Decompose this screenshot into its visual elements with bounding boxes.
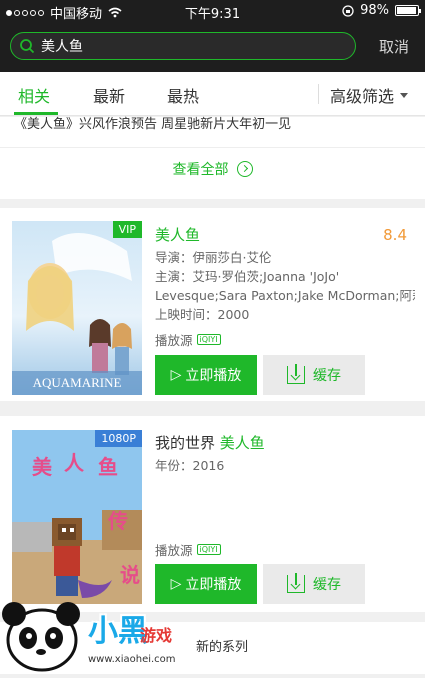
result-score: 8.4 [383, 226, 407, 244]
top-bar: 中国移动 下午9:31 98% 美人鱼 取消 [0, 0, 425, 72]
search-input[interactable]: 美人鱼 [41, 36, 83, 56]
watermark-url: www.xiaohei.com [88, 654, 176, 665]
play-label: 立即播放 [185, 368, 242, 384]
title-prefix: 我的世界 [155, 434, 216, 452]
result-title[interactable]: 我的世界 美人鱼 [155, 432, 265, 453]
filter-label: 高级筛选 [330, 87, 395, 106]
poster-logo-text: AQUAMARINE [33, 375, 122, 390]
play-label: 立即播放 [185, 577, 242, 593]
see-all-label: 查看全部 [172, 162, 229, 178]
result-card: AQUAMARINE VIP 美人鱼 8.4 导演：伊丽莎白·艾伦 主演：艾玛·… [0, 208, 425, 401]
play-icon: ▷ [170, 367, 182, 383]
panda-icon [2, 602, 80, 672]
tab-divider [318, 84, 319, 104]
divider [0, 147, 425, 148]
iqiyi-icon[interactable]: iQIYI [196, 544, 221, 555]
resolution-badge: 1080P [95, 430, 142, 447]
play-now-button[interactable]: ▷ 立即播放 [155, 355, 257, 395]
series-label: 新的系列 [196, 640, 249, 655]
cancel-button[interactable]: 取消 [379, 36, 409, 57]
result-card: 美 人 鱼 传 说 1080P 我的世界 美人鱼 年份：2016 播放源 iQI… [0, 416, 425, 612]
title-highlight: 美人鱼 [219, 434, 265, 452]
cache-label: 缓存 [313, 577, 341, 593]
cache-label: 缓存 [313, 368, 341, 384]
poster-art: 美 人 鱼 传 说 [12, 430, 142, 604]
news-headline[interactable]: 《美人鱼》兴风作浪预告 周星驰新片大年初一见 [14, 113, 291, 132]
vip-badge: VIP [112, 221, 142, 238]
search-field[interactable]: 美人鱼 [10, 32, 356, 60]
cast-line-2: Levesque;Sara Paxton;Jake McDorman;阿莉... [155, 288, 415, 303]
play-icon: ▷ [170, 576, 182, 592]
watermark-brand: 小黑 [88, 614, 148, 649]
download-icon [287, 573, 305, 593]
download-icon [287, 364, 305, 384]
see-all-button[interactable]: 查看全部 [0, 159, 425, 179]
cast-line-1: 主演：艾玛·罗伯茨;Joanna 'JoJo' [155, 269, 340, 284]
cache-button[interactable]: 缓存 [263, 355, 365, 395]
year-line: 年份：2016 [155, 458, 225, 473]
watermark-sub: 游戏 [140, 626, 173, 645]
cache-button[interactable]: 缓存 [263, 564, 365, 604]
release-line: 上映时间：2000 [155, 307, 250, 322]
poster-char: 人 [64, 451, 85, 475]
result-title[interactable]: 美人鱼 [155, 224, 200, 245]
source-row: 播放源 iQIYI [155, 540, 221, 559]
poster-image[interactable]: 美 人 鱼 传 说 1080P [12, 430, 142, 604]
search-icon [20, 39, 35, 54]
tab-bar: 相关 最新 最热 高级筛选 [0, 72, 425, 116]
source-label: 播放源 [155, 333, 193, 348]
poster-image[interactable]: AQUAMARINE VIP [12, 221, 142, 395]
battery-percent: 98% [360, 3, 389, 18]
rotation-lock-icon [342, 4, 354, 17]
result-meta: 年份：2016 [155, 456, 415, 475]
status-bar: 中国移动 下午9:31 98% [0, 0, 425, 22]
poster-art: AQUAMARINE [12, 221, 142, 395]
poster-char: 说 [120, 563, 140, 587]
source-row: 播放源 iQIYI [155, 330, 221, 349]
tab-related[interactable]: 相关 [18, 83, 50, 107]
director-line: 导演：伊丽莎白·艾伦 [155, 250, 272, 265]
poster-char: 美 [32, 455, 53, 479]
chevron-right-icon [236, 161, 253, 177]
battery-icon [395, 5, 421, 16]
iqiyi-icon[interactable]: iQIYI [196, 334, 221, 345]
poster-char: 传 [107, 509, 128, 533]
advanced-filter-button[interactable]: 高级筛选 [330, 83, 409, 107]
poster-char: 鱼 [98, 455, 118, 479]
watermark-logo: 小黑 游戏 www.xiaohei.com [0, 596, 200, 674]
source-label: 播放源 [155, 543, 193, 558]
news-card: 《美人鱼》兴风作浪预告 周星驰新片大年初一见 查看全部 [0, 117, 425, 199]
tab-hottest[interactable]: 最热 [167, 83, 199, 107]
result-meta: 导演：伊丽莎白·艾伦 主演：艾玛·罗伯茨;Joanna 'JoJo' Leves… [155, 248, 415, 324]
tab-newest[interactable]: 最新 [93, 83, 125, 107]
caret-down-icon [400, 92, 409, 98]
